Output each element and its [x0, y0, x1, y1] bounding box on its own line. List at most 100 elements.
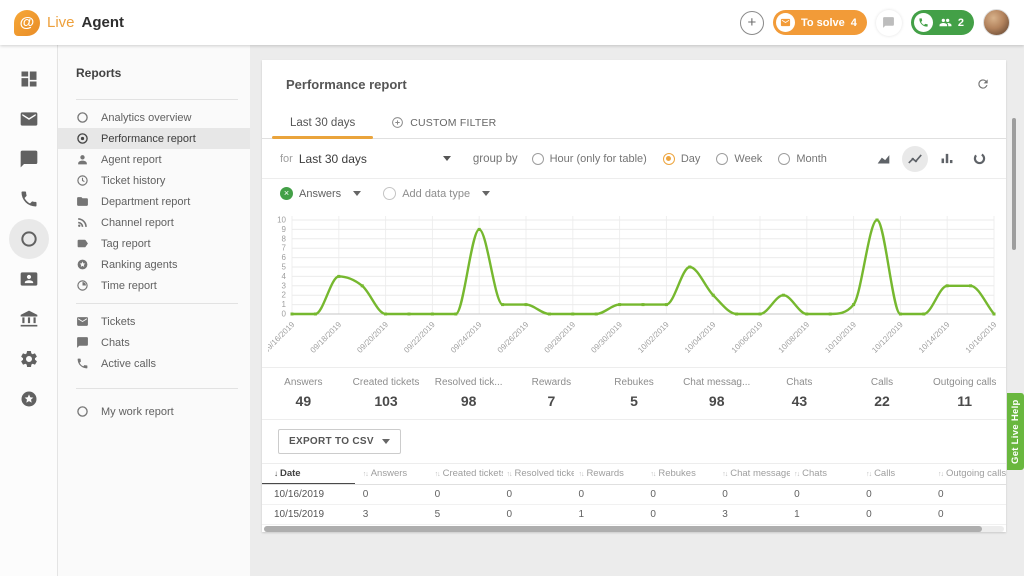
history-icon — [76, 174, 89, 187]
sidebar-item-agent-report[interactable]: Agent report — [58, 149, 250, 170]
sidebar-item-my-work-report[interactable]: My work report — [58, 401, 250, 422]
vertical-scrollbar[interactable] — [1012, 118, 1016, 250]
column-header-created-tickets[interactable]: ↑↓Created tickets — [431, 464, 503, 485]
to-solve-button[interactable]: To solve 4 — [773, 10, 867, 35]
area-chart-icon — [876, 152, 891, 165]
for-label: for — [280, 153, 293, 165]
date-range-select[interactable]: Last 30 days — [293, 152, 451, 166]
empty-circle-icon — [383, 187, 396, 200]
sidebar-item-label: Channel report — [101, 217, 174, 229]
sidebar-item-performance-report[interactable]: Performance report — [58, 128, 250, 149]
logo-agent: Agent — [82, 14, 125, 31]
donut-chart-button[interactable] — [966, 146, 992, 172]
sidebar-item-analytics-overview[interactable]: Analytics overview — [58, 107, 250, 128]
user-avatar[interactable] — [983, 9, 1010, 36]
person-icon — [76, 153, 89, 166]
chats-nav[interactable] — [9, 139, 49, 179]
column-header-chat-messages[interactable]: ↑↓Chat messages — [718, 464, 790, 485]
svg-text:09/26/2019: 09/26/2019 — [496, 320, 531, 355]
group-by-label: group by — [473, 153, 518, 165]
mail-icon — [776, 13, 795, 32]
sort-icon: ↑↓ — [435, 471, 440, 478]
remove-series-icon: × — [280, 187, 293, 200]
star-badge-nav[interactable] — [9, 379, 49, 419]
tab-label: CUSTOM FILTER — [410, 117, 496, 129]
radio-hour[interactable]: Hour (only for table) — [532, 153, 647, 165]
stat-rebukes: Rebukes5 — [593, 377, 676, 409]
sidebar-item-chats[interactable]: Chats — [58, 332, 250, 353]
sidebar-item-label: Tag report — [101, 238, 151, 250]
radio-week[interactable]: Week — [716, 153, 762, 165]
sidebar-item-ticket-history[interactable]: Ticket history — [58, 170, 250, 191]
export-row: EXPORT TO CSV — [262, 420, 1006, 463]
reports-nav[interactable] — [9, 219, 49, 259]
add-data-type[interactable]: Add data type — [383, 187, 490, 200]
star-circle-icon — [76, 258, 89, 271]
radio-label: Month — [796, 153, 827, 165]
radio-icon — [778, 153, 790, 165]
bank-nav[interactable] — [9, 299, 49, 339]
tab-custom-filter[interactable]: CUSTOM FILTER — [373, 108, 514, 138]
sidebar-item-department-report[interactable]: Department report — [58, 191, 250, 212]
sidebar-item-tag-report[interactable]: Tag report — [58, 233, 250, 254]
column-header-outgoing-calls[interactable]: ↑↓Outgoing calls — [934, 464, 1006, 485]
radio-day[interactable]: Day — [663, 153, 701, 165]
phone-icon — [914, 13, 933, 32]
chats-button[interactable] — [876, 10, 902, 36]
bar-chart-button[interactable] — [934, 146, 960, 172]
horizontal-scrollbar[interactable] — [264, 526, 1004, 532]
column-header-rebukes[interactable]: ↑↓Rebukes — [646, 464, 718, 485]
stats-row: Answers49 Created tickets103 Resolved ti… — [262, 367, 1006, 420]
svg-text:0: 0 — [282, 310, 287, 319]
table-row: 10/15/2019 3 5 0 1 0 3 1 0 0 — [262, 505, 1006, 525]
series-label: Answers — [299, 188, 341, 200]
contacts-nav[interactable] — [9, 259, 49, 299]
calls-nav[interactable] — [9, 179, 49, 219]
settings-nav[interactable] — [9, 339, 49, 379]
column-header-date[interactable]: ↓Date — [262, 464, 359, 485]
svg-text:10/08/2019: 10/08/2019 — [777, 320, 812, 355]
sidebar: Reports Analytics overview Performance r… — [58, 45, 250, 576]
get-live-help-button[interactable]: Get Live Help — [1007, 393, 1024, 470]
series-bar: × Answers Add data type — [262, 179, 1006, 208]
svg-text:5: 5 — [282, 263, 287, 272]
radio-label: Hour (only for table) — [550, 153, 647, 165]
calls-button[interactable]: 2 — [911, 10, 974, 35]
sidebar-item-active-calls[interactable]: Active calls — [58, 353, 250, 374]
svg-text:09/20/2019: 09/20/2019 — [355, 320, 390, 355]
chat-icon — [882, 16, 895, 29]
divider — [76, 388, 238, 389]
column-header-resolved-tickets[interactable]: ↑↓Resolved tickets — [503, 464, 575, 485]
column-header-rewards[interactable]: ↑↓Rewards — [574, 464, 646, 485]
tab-last-30-days[interactable]: Last 30 days — [272, 108, 373, 138]
radio-selected-icon — [663, 153, 675, 165]
sidebar-item-time-report[interactable]: Time report — [58, 275, 250, 296]
line-chart: 01234567891009/16/201909/18/201909/20/20… — [268, 210, 1000, 362]
tickets-nav[interactable] — [9, 99, 49, 139]
column-header-chats[interactable]: ↑↓Chats — [790, 464, 862, 485]
add-button[interactable]: + — [740, 11, 764, 35]
svg-text:09/16/2019: 09/16/2019 — [268, 320, 297, 355]
svg-text:09/28/2019: 09/28/2019 — [543, 320, 578, 355]
export-csv-button[interactable]: EXPORT TO CSV — [278, 429, 401, 454]
dashboard-nav[interactable] — [9, 59, 49, 99]
radio-month[interactable]: Month — [778, 153, 827, 165]
refresh-button[interactable] — [976, 77, 990, 94]
svg-text:3: 3 — [282, 281, 287, 290]
sidebar-item-channel-report[interactable]: Channel report — [58, 212, 250, 233]
sidebar-item-tickets[interactable]: Tickets — [58, 311, 250, 332]
cell-date: 10/15/2019 — [262, 505, 359, 525]
stat-calls: Calls22 — [841, 377, 924, 409]
sort-icon: ↑↓ — [363, 471, 368, 478]
line-chart-button[interactable] — [902, 146, 928, 172]
area-chart-button[interactable] — [870, 146, 896, 172]
stat-outgoing-calls: Outgoing calls11 — [923, 377, 1006, 409]
scrollbar-thumb[interactable] — [264, 526, 982, 532]
column-header-calls[interactable]: ↑↓Calls — [862, 464, 934, 485]
sort-desc-icon: ↓ — [274, 469, 277, 478]
logo[interactable]: @ LiveAgent — [14, 10, 124, 36]
column-header-answers[interactable]: ↑↓Answers — [359, 464, 431, 485]
series-chip-answers[interactable]: × Answers — [280, 187, 361, 200]
gauge-icon — [76, 132, 89, 145]
sidebar-item-ranking-agents[interactable]: Ranking agents — [58, 254, 250, 275]
